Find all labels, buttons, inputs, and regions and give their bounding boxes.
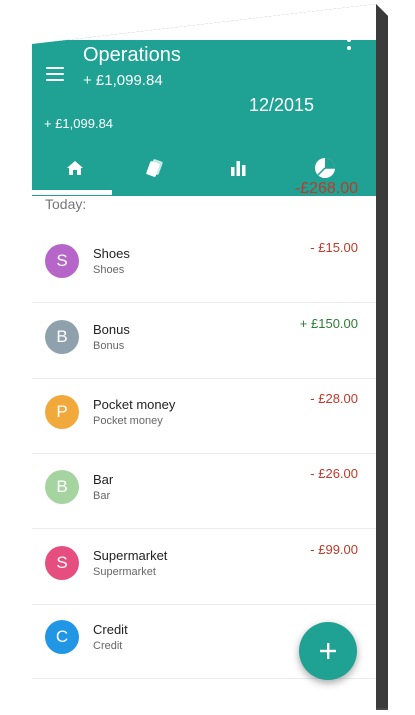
operation-category: Supermarket xyxy=(93,566,156,578)
operation-amount: - £15.00 xyxy=(310,240,358,255)
more-options-icon[interactable] xyxy=(346,40,352,50)
operation-title: Bar xyxy=(93,472,114,487)
operation-row[interactable]: P Pocket money Pocket money - £28.00 xyxy=(32,379,376,454)
operation-category: Bonus xyxy=(93,340,125,352)
operation-title: Pocket money xyxy=(93,397,176,412)
operation-category: Shoes xyxy=(93,264,125,276)
tab-statistics[interactable] xyxy=(195,140,281,196)
operation-amount: + £150.00 xyxy=(299,316,358,331)
category-avatar: B xyxy=(45,470,79,504)
month-balance: + £1,099.84 xyxy=(44,116,114,131)
cards-icon xyxy=(146,159,163,177)
operation-category: Pocket money xyxy=(93,415,163,427)
operation-category: Bar xyxy=(93,490,111,502)
bar-chart-icon xyxy=(231,161,246,176)
operation-title: Shoes xyxy=(93,246,130,261)
plus-icon xyxy=(320,643,336,659)
app-bar: Operations + £1,099.84 + £1,099.84 12/20… xyxy=(32,40,376,196)
tab-home[interactable] xyxy=(32,140,118,196)
operation-amount: - £26.00 xyxy=(310,466,358,481)
app-screen: Operations + £1,099.84 + £1,099.84 12/20… xyxy=(32,40,376,715)
operation-row[interactable]: B Bonus Bonus + £150.00 xyxy=(32,304,376,379)
operation-category: Credit xyxy=(93,640,123,652)
operation-amount: - £99.00 xyxy=(310,542,358,557)
operation-row[interactable]: S Shoes Shoes - £15.00 xyxy=(32,228,376,303)
tab-accounts[interactable] xyxy=(112,140,198,196)
section-total: -£268.00 xyxy=(294,180,358,197)
menu-icon[interactable] xyxy=(46,67,64,81)
device-scene: Operations + £1,099.84 + £1,099.84 12/20… xyxy=(0,0,415,715)
category-avatar: C xyxy=(45,620,79,654)
operation-amount: - £28.00 xyxy=(310,391,358,406)
add-operation-button[interactable] xyxy=(299,622,357,680)
page-title: Operations xyxy=(83,44,181,66)
operation-row[interactable]: B Bar Bar - £26.00 xyxy=(32,454,376,529)
operation-title: Credit xyxy=(93,622,128,637)
operation-title: Supermarket xyxy=(93,548,168,563)
home-icon xyxy=(67,161,83,175)
header-balance: + £1,099.84 xyxy=(83,72,163,89)
category-avatar: S xyxy=(45,546,79,580)
operation-title: Bonus xyxy=(93,322,130,337)
pie-chart-icon xyxy=(315,158,335,178)
category-avatar: B xyxy=(45,320,79,354)
period-label[interactable]: 12/2015 xyxy=(249,95,314,116)
operation-row[interactable]: S Supermarket Supermarket - £99.00 xyxy=(32,530,376,605)
tab-indicator xyxy=(32,190,112,195)
category-avatar: S xyxy=(45,244,79,278)
section-date: Today: xyxy=(45,196,87,212)
category-avatar: P xyxy=(45,395,79,429)
